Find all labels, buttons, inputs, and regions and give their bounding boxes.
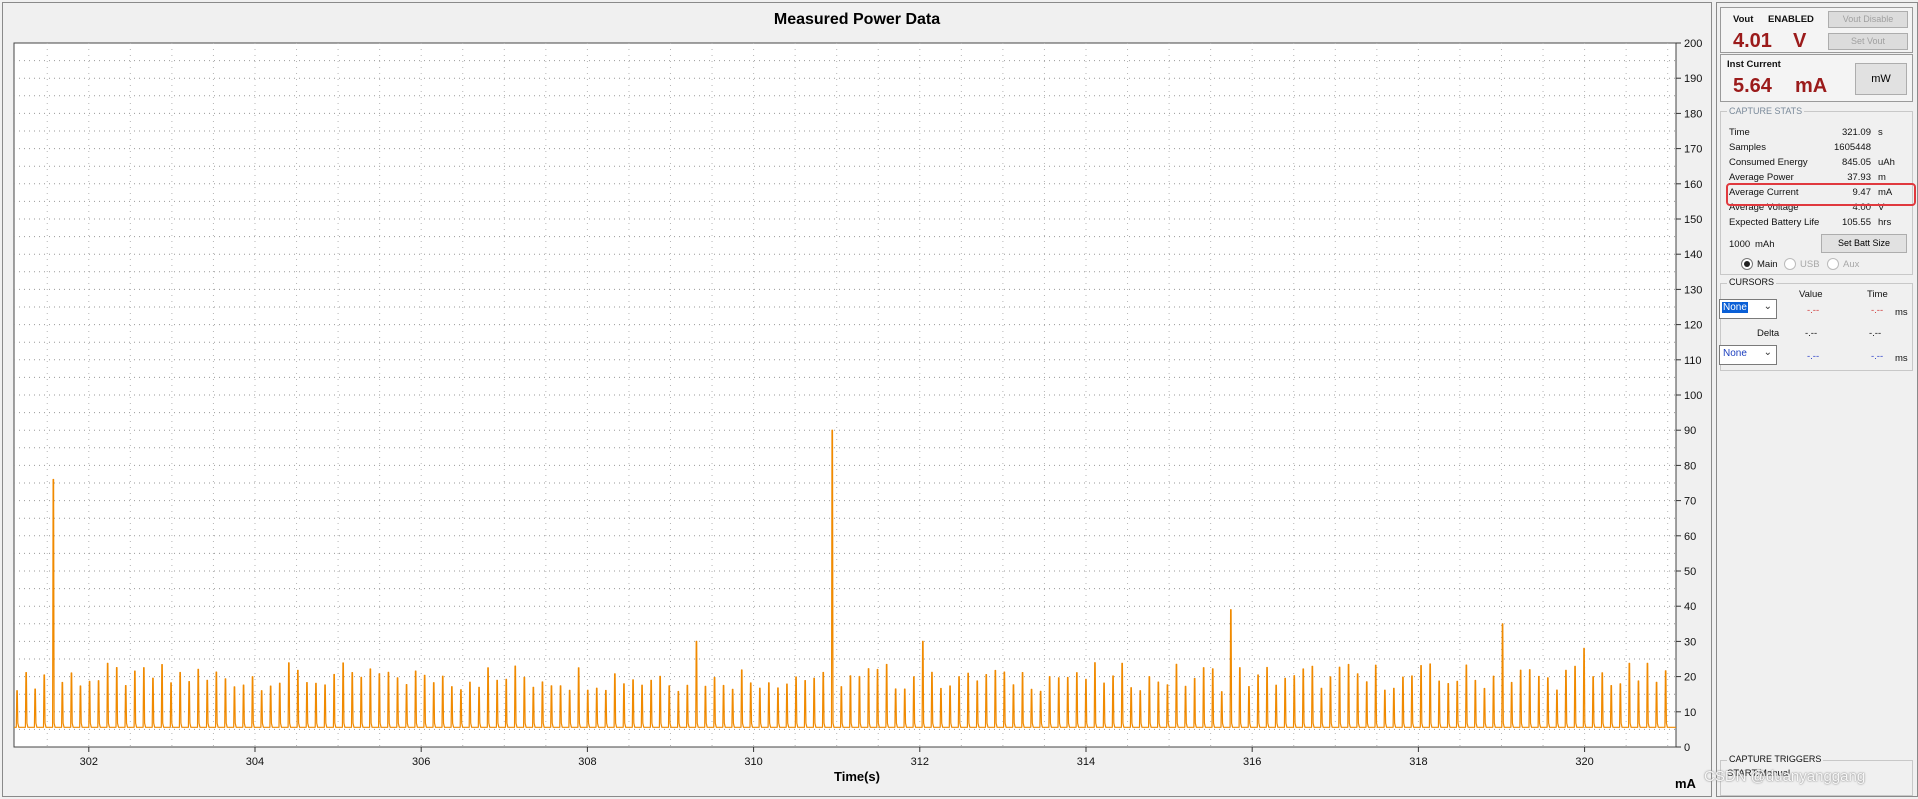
delta-label: Delta [1757, 328, 1780, 339]
x-axis-label: Time(s) [834, 769, 880, 784]
cursor1-select[interactable]: None ⌄ [1719, 299, 1777, 319]
power-chart[interactable]: 0 10 20 30 40 50 60 70 80 90 100 110 120 130 140 150 160… [3, 3, 1711, 796]
stat-label: Time [1729, 127, 1750, 138]
x-tick-label: 312 [911, 756, 929, 768]
y-tick-label: 20 [1684, 672, 1696, 684]
stat-value: 845.05 [1841, 157, 1871, 168]
x-tick-label: 302 [80, 756, 98, 768]
y-tick-label: 180 [1684, 108, 1702, 120]
cursor2-select-value: None [1723, 348, 1747, 359]
x-tick-label: 310 [744, 756, 762, 768]
x-tick-label: 320 [1575, 756, 1593, 768]
inst-current-label: Inst Current [1727, 59, 1781, 70]
unit-label: mA [1675, 776, 1696, 791]
vout-label: Vout [1733, 14, 1754, 25]
chevron-down-icon: ⌄ [1763, 301, 1772, 312]
y-tick-label: 50 [1684, 566, 1696, 578]
stat-value: 321.09 [1841, 127, 1871, 138]
y-tick-label: 120 [1684, 320, 1702, 332]
y-tick-label: 40 [1684, 601, 1696, 613]
y-tick-label: 110 [1684, 355, 1702, 367]
watermark: CSDN @duanyanggang [1704, 768, 1866, 785]
control-panel: Vout ENABLED Vout Disable 4.01 V Set Vou… [1716, 2, 1918, 797]
y-tick-label: 70 [1684, 496, 1696, 508]
battery-size-value: 1000 [1729, 239, 1751, 250]
cursor2-unit: ms [1895, 353, 1908, 364]
cursor1-time: -.-- [1871, 305, 1884, 316]
stat-unit: m [1878, 172, 1886, 183]
stat-label: Expected Battery Life [1729, 217, 1820, 228]
x-tick-label: 318 [1409, 756, 1427, 768]
stat-value: 1605448 [1834, 142, 1871, 153]
cursor1-value: -.-- [1807, 305, 1820, 316]
radio-main[interactable] [1741, 258, 1753, 270]
stat-label: Samples [1729, 142, 1766, 153]
y-tick-label: 10 [1684, 707, 1696, 719]
inst-current-box: Inst Current 5.64 mA mW [1720, 54, 1913, 102]
vout-box: Vout ENABLED Vout Disable 4.01 V Set Vou… [1720, 7, 1913, 53]
y-tick-label: 90 [1684, 425, 1696, 437]
vout-unit: V [1793, 30, 1807, 52]
chevron-down-icon: ⌄ [1763, 347, 1772, 358]
cursors-title: CURSORS [1727, 277, 1777, 287]
chart-pane: 0 10 20 30 40 50 60 70 80 90 100 110 120 130 140 150 160… [2, 2, 1712, 797]
vout-disable-button[interactable]: Vout Disable [1828, 11, 1908, 28]
y-tick-label: 200 [1684, 38, 1702, 50]
radio-aux-label: Aux [1843, 259, 1860, 270]
cursor1-unit: ms [1895, 307, 1908, 318]
y-tick-label: 150 [1684, 214, 1702, 226]
cursors-col-value: Value [1799, 289, 1823, 300]
cursor2-select[interactable]: None ⌄ [1719, 345, 1777, 365]
stat-unit: s [1878, 127, 1883, 138]
inst-current-value: 5.64 [1733, 75, 1772, 97]
y-tick-label: 100 [1684, 390, 1702, 402]
set-batt-size-button[interactable]: Set Batt Size [1821, 234, 1907, 253]
cursor2-time: -.-- [1871, 351, 1884, 362]
stat-value: 105.55 [1841, 217, 1871, 228]
x-tick-label: 316 [1243, 756, 1261, 768]
x-tick-label: 308 [578, 756, 596, 768]
stat-unit: uAh [1878, 157, 1895, 168]
y-tick-label: 190 [1684, 73, 1702, 85]
y-tick-label: 30 [1684, 636, 1696, 648]
battery-size-unit: mAh [1755, 239, 1775, 250]
radio-usb-label: USB [1800, 259, 1820, 270]
y-tick-label: 60 [1684, 531, 1696, 543]
inst-current-unit: mA [1795, 75, 1828, 97]
capture-stats-title: CAPTURE STATS [1727, 106, 1805, 116]
stat-label: Consumed Energy [1729, 157, 1808, 168]
cursor1-select-value: None [1722, 302, 1748, 313]
y-tick-label: 160 [1684, 179, 1702, 191]
stat-label: Average Power [1729, 172, 1794, 183]
x-tick-label: 306 [412, 756, 430, 768]
stats-highlight [1726, 183, 1916, 206]
mw-button[interactable]: mW [1855, 63, 1907, 95]
delta-time: -.-- [1869, 328, 1882, 339]
set-vout-button[interactable]: Set Vout [1828, 33, 1908, 50]
chart-title: Measured Power Data [773, 11, 941, 28]
radio-main-label: Main [1757, 259, 1778, 270]
y-tick-label: 0 [1684, 742, 1690, 754]
capture-triggers-title: CAPTURE TRIGGERS [1727, 754, 1824, 764]
stat-unit: hrs [1878, 217, 1892, 228]
y-tick-label: 140 [1684, 249, 1702, 261]
y-tick-label: 130 [1684, 284, 1702, 296]
x-tick-label: 304 [246, 756, 264, 768]
cursor2-value: -.-- [1807, 351, 1820, 362]
x-tick-label: 314 [1077, 756, 1095, 768]
vout-state: ENABLED [1768, 14, 1814, 25]
radio-aux[interactable] [1827, 258, 1839, 270]
radio-usb[interactable] [1784, 258, 1796, 270]
cursors-col-time: Time [1867, 289, 1888, 300]
y-tick-label: 170 [1684, 144, 1702, 156]
stat-value: 37.93 [1847, 172, 1871, 183]
y-tick-label: 80 [1684, 460, 1696, 472]
vout-value: 4.01 [1733, 30, 1772, 52]
delta-value: -.-- [1805, 328, 1818, 339]
